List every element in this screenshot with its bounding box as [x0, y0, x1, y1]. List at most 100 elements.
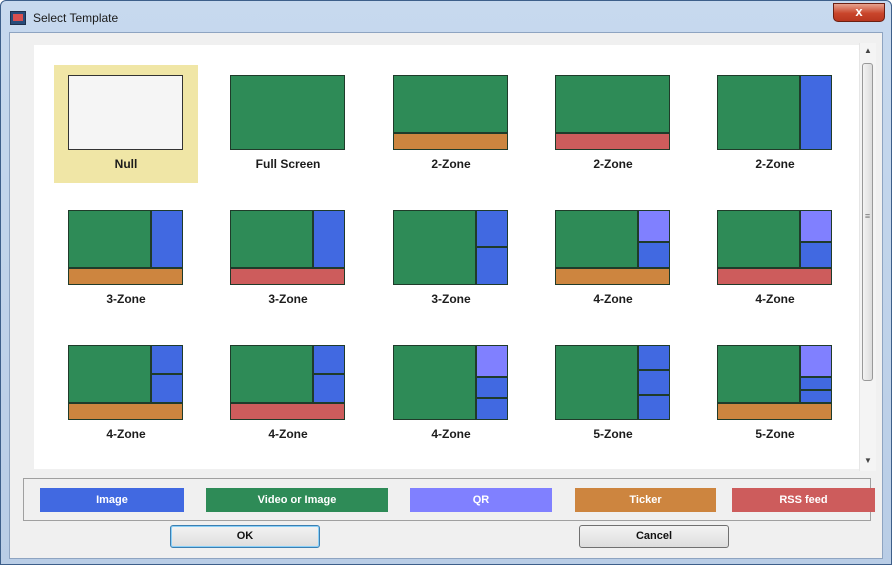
- dialog-body: Null Full Screen 2-Zone 2-Zone 2-Zone 3-…: [9, 32, 883, 559]
- zone-rss-feed: [717, 268, 832, 285]
- zone-image: [638, 370, 670, 395]
- cancel-button[interactable]: Cancel: [579, 525, 729, 548]
- template-label: Full Screen: [255, 157, 321, 171]
- template-preview: [717, 345, 832, 420]
- template-preview: [230, 210, 345, 285]
- template-preview: [555, 345, 670, 420]
- template-preview: [555, 75, 670, 150]
- template-label: 2-Zone: [593, 157, 633, 171]
- zone-video-or-image: [230, 210, 313, 268]
- zone-qr: [800, 210, 832, 242]
- zone-image: [638, 242, 670, 268]
- zone-rss-feed: [555, 133, 670, 150]
- zone-ticker: [68, 268, 183, 285]
- zone-image: [313, 374, 345, 403]
- zone-ticker: [68, 403, 183, 420]
- zone-video-or-image: [393, 75, 508, 133]
- template-preview: [230, 345, 345, 420]
- template-label: 5-Zone: [593, 427, 633, 441]
- zone-image: [313, 210, 345, 268]
- scroll-down-arrow-icon[interactable]: ▼: [860, 455, 876, 467]
- zone-image: [476, 377, 508, 398]
- scroll-thumb[interactable]: ≡: [862, 63, 873, 381]
- zone-qr: [638, 210, 670, 242]
- template-3-zone-rss[interactable]: 3-Zone: [216, 200, 360, 318]
- legend-qr: QR: [410, 488, 552, 512]
- template-label: 4-Zone: [431, 427, 471, 441]
- zone-rss-feed: [230, 403, 345, 420]
- template-label: 2-Zone: [431, 157, 471, 171]
- zone-video-or-image: [717, 75, 800, 150]
- zone-ticker: [717, 403, 832, 420]
- app-window-icon: [10, 11, 26, 25]
- legend-ticker: Ticker: [575, 488, 716, 512]
- template-preview: [68, 75, 183, 150]
- zone-image: [476, 398, 508, 420]
- zone-image: [800, 390, 832, 403]
- zone-rss-feed: [230, 268, 345, 285]
- legend-video-or-image: Video or Image: [206, 488, 388, 512]
- zone-image: [151, 374, 183, 403]
- template-preview: [68, 210, 183, 285]
- zone-video-or-image: [230, 75, 345, 150]
- template-label: 3-Zone: [431, 292, 471, 306]
- zone-video-or-image: [555, 210, 638, 268]
- zone-video-or-image: [717, 210, 800, 268]
- template-3-zone-ticker[interactable]: 3-Zone: [54, 200, 198, 318]
- template-5-zone-images[interactable]: 5-Zone: [541, 335, 685, 453]
- template-label: 2-Zone: [755, 157, 795, 171]
- template-label: 4-Zone: [106, 427, 146, 441]
- title-bar[interactable]: Select Template x: [1, 1, 891, 35]
- template-4-zone-qr-rss[interactable]: 4-Zone: [703, 200, 847, 318]
- template-preview: [393, 75, 508, 150]
- template-4-zone-qr-images[interactable]: 4-Zone: [379, 335, 523, 453]
- zone-video-or-image: [393, 345, 476, 420]
- zone-video-or-image: [555, 75, 670, 133]
- zone-image: [800, 75, 832, 150]
- zone-video-or-image: [717, 345, 800, 403]
- template-5-zone-qr-ticker[interactable]: 5-Zone: [703, 335, 847, 453]
- zone-qr: [476, 345, 508, 377]
- template-4-zone-images-ticker[interactable]: 4-Zone: [54, 335, 198, 453]
- grip-icon: ≡: [864, 211, 871, 221]
- template-label: Null: [114, 157, 138, 171]
- zone-video-or-image: [68, 210, 151, 268]
- scroll-up-arrow-icon[interactable]: ▲: [860, 45, 876, 57]
- zone-image: [476, 210, 508, 247]
- template-preview: [717, 210, 832, 285]
- template-preview: [555, 210, 670, 285]
- template-grid: Null Full Screen 2-Zone 2-Zone 2-Zone 3-…: [34, 45, 860, 469]
- zone-qr: [800, 345, 832, 377]
- template-4-zone-images-rss[interactable]: 4-Zone: [216, 335, 360, 453]
- zone-image: [313, 345, 345, 374]
- template-preview: [393, 345, 508, 420]
- vertical-scrollbar[interactable]: ▲ ≡ ▼: [859, 43, 876, 471]
- template-label: 5-Zone: [755, 427, 795, 441]
- zone-ticker: [393, 133, 508, 150]
- template-2-zone-rss[interactable]: 2-Zone: [541, 65, 685, 183]
- template-label: 3-Zone: [106, 292, 146, 306]
- zone-image: [800, 377, 832, 390]
- close-button[interactable]: x: [833, 3, 885, 22]
- template-2-zone-ticker[interactable]: 2-Zone: [379, 65, 523, 183]
- template-full-screen[interactable]: Full Screen: [216, 65, 360, 183]
- zone-image: [151, 210, 183, 268]
- template-2-zone-image[interactable]: 2-Zone: [703, 65, 847, 183]
- legend-rss-feed: RSS feed: [732, 488, 875, 512]
- zone-video-or-image: [393, 210, 476, 285]
- template-null[interactable]: Null: [54, 65, 198, 183]
- zone-image: [476, 247, 508, 285]
- select-template-dialog: Select Template x Null Full Screen 2-Zon…: [0, 0, 892, 565]
- template-4-zone-qr-ticker[interactable]: 4-Zone: [541, 200, 685, 318]
- zone-legend: Image Video or Image QR Ticker RSS feed: [23, 478, 875, 521]
- template-preview: [717, 75, 832, 150]
- template-3-zone-images[interactable]: 3-Zone: [379, 200, 523, 318]
- zone-video-or-image: [68, 345, 151, 403]
- template-label: 4-Zone: [593, 292, 633, 306]
- template-preview: [68, 345, 183, 420]
- zone-image: [638, 395, 670, 420]
- template-label: 4-Zone: [755, 292, 795, 306]
- zone-image: [151, 345, 183, 374]
- ok-button[interactable]: OK: [170, 525, 320, 548]
- template-preview: [230, 75, 345, 150]
